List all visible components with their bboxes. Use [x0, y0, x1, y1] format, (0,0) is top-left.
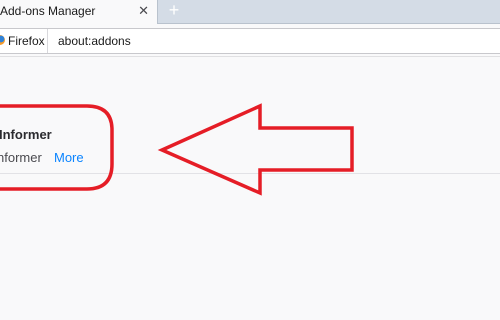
annotation-overlay — [0, 103, 354, 196]
arrow-left-icon — [157, 103, 354, 196]
highlight-rounded-rectangle — [0, 104, 114, 191]
